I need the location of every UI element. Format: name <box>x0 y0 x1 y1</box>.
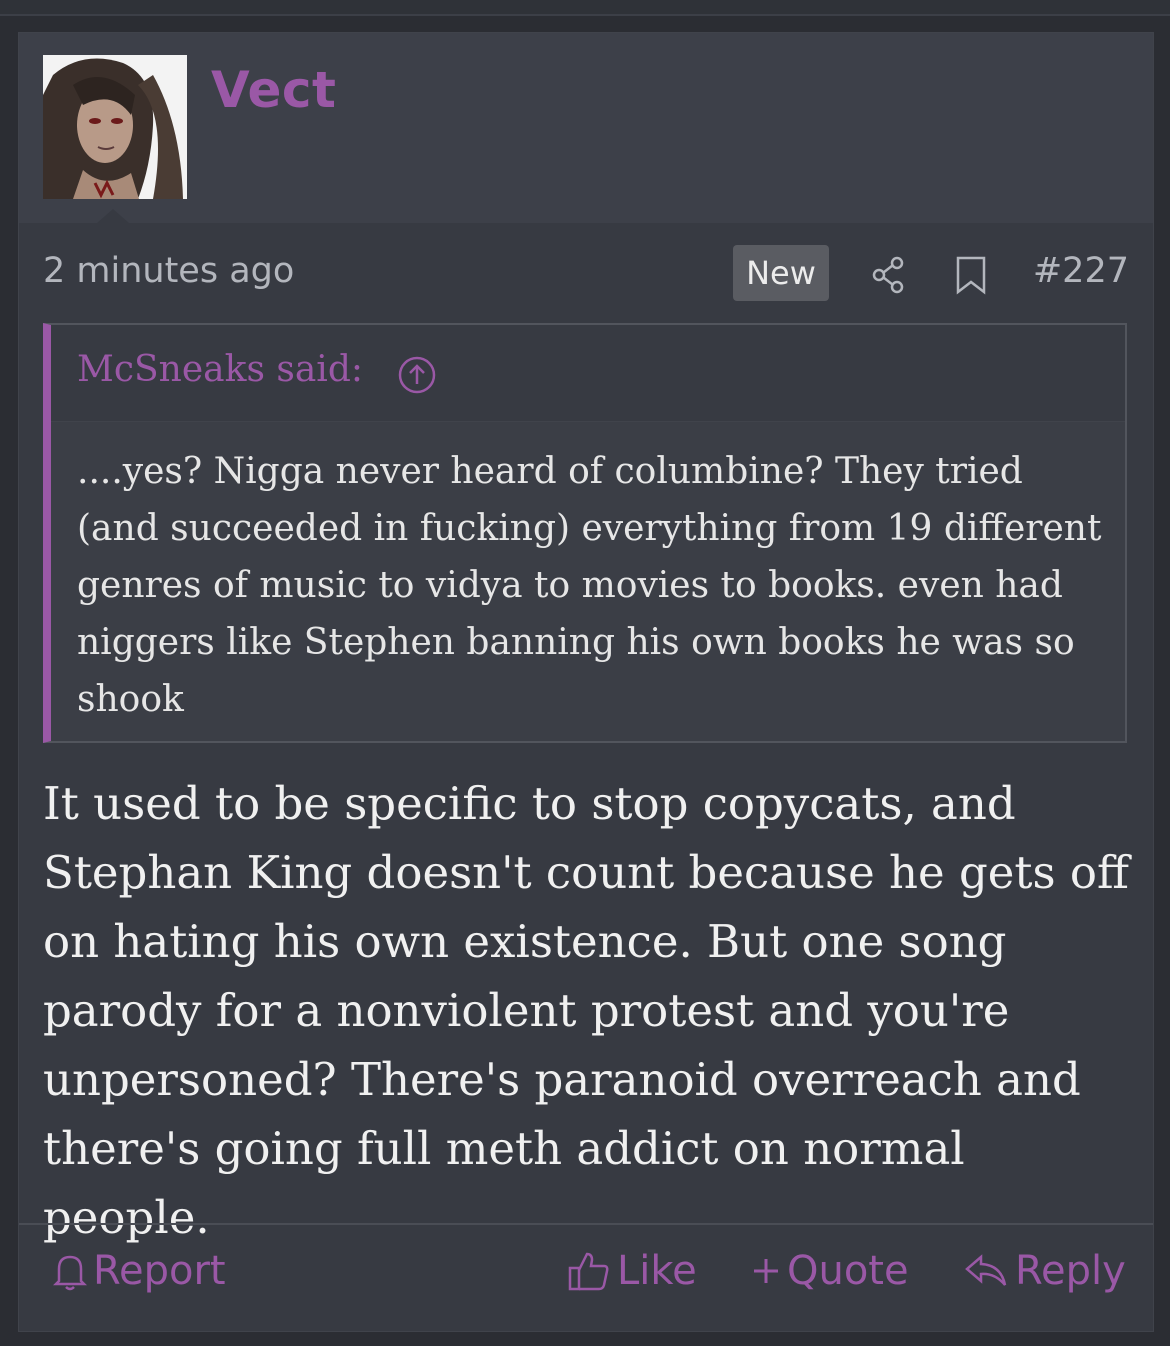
reply-button[interactable]: Reply <box>963 1241 1126 1301</box>
quote-label: Quote <box>787 1248 909 1294</box>
bookmark-icon[interactable] <box>955 255 987 299</box>
bell-icon <box>53 1251 87 1291</box>
reply-arrow-icon <box>963 1251 1009 1291</box>
report-label: Report <box>93 1248 226 1294</box>
new-badge: New <box>733 245 829 301</box>
footer-divider <box>19 1223 1153 1225</box>
post-message: It used to be specific to stop copycats,… <box>43 777 1129 1244</box>
reply-label: Reply <box>1015 1248 1126 1294</box>
quote-author[interactable]: McSneaks said: <box>77 349 363 390</box>
username[interactable]: Vect <box>211 61 336 119</box>
report-button[interactable]: Report <box>53 1241 226 1301</box>
share-icon[interactable] <box>869 255 909 299</box>
avatar[interactable] <box>43 55 187 199</box>
post-timestamp[interactable]: 2 minutes ago <box>43 251 294 291</box>
like-label: Like <box>617 1248 697 1294</box>
post-number-link[interactable]: #227 <box>1033 251 1129 291</box>
arrow-up-circle-icon[interactable] <box>397 355 437 399</box>
like-button[interactable]: Like <box>567 1241 697 1301</box>
forum-post: Vect 2 minutes ago New #227 McSneaks sai… <box>18 32 1154 1332</box>
quote-button[interactable]: Quote <box>751 1241 909 1301</box>
top-strip <box>0 0 1170 16</box>
post-header: Vect <box>19 33 1153 223</box>
thumbs-up-icon <box>567 1249 611 1293</box>
plus-icon <box>751 1256 781 1286</box>
avatar-pointer <box>97 209 129 223</box>
quote-text: ....yes? Nigga never heard of columbine?… <box>77 451 1102 720</box>
quote-block: McSneaks said: ....yes? Nigga never hear… <box>43 323 1127 743</box>
quote-header: McSneaks said: <box>51 325 1125 422</box>
